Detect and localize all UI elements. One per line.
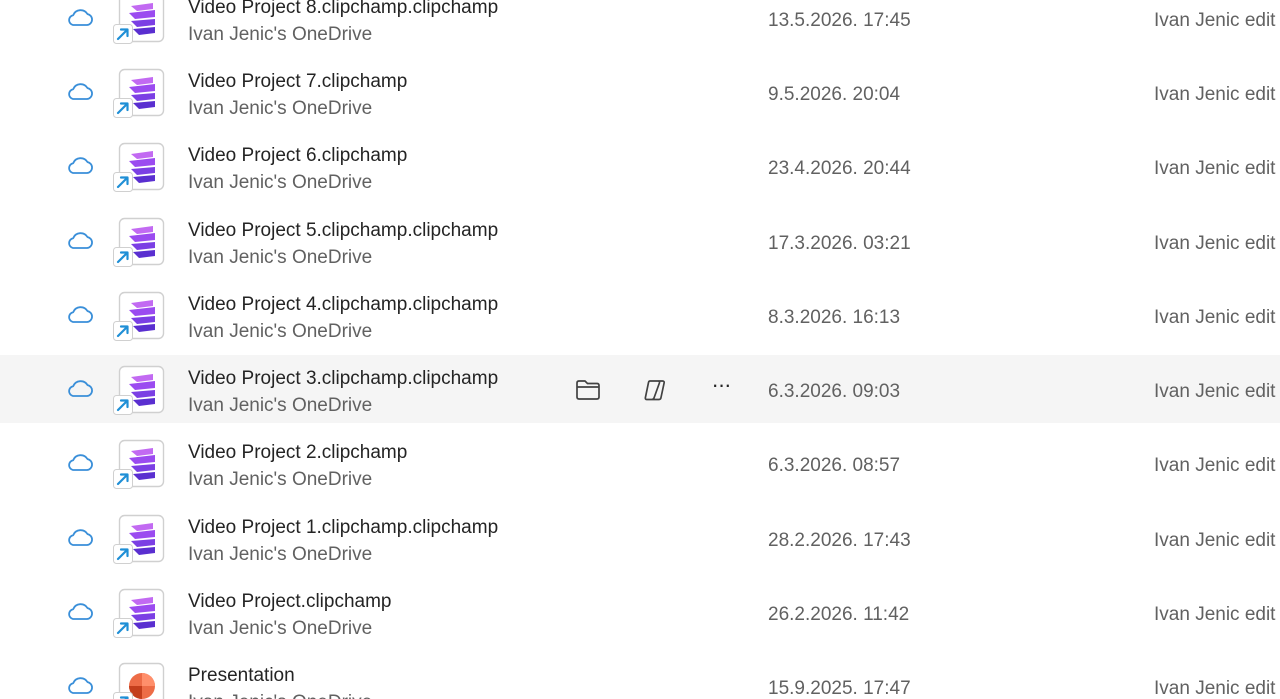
modified-date: 13.5.2026. 17:45 xyxy=(768,10,911,31)
activity-text: Ivan Jenic edit xyxy=(1154,381,1276,402)
file-location: Ivan Jenic's OneDrive xyxy=(188,395,373,416)
clipchamp-shortcut-icon xyxy=(113,0,167,44)
file-row[interactable]: Video Project 5.clipchamp.clipchamp Ivan … xyxy=(0,207,1280,275)
activity-text: Ivan Jenic edit xyxy=(1154,530,1276,551)
cloud-icon xyxy=(65,81,95,103)
file-row[interactable]: Video Project 4.clipchamp.clipchamp Ivan … xyxy=(0,281,1280,349)
cloud-icon xyxy=(65,527,95,549)
file-location: Ivan Jenic's OneDrive xyxy=(188,98,373,119)
clipchamp-shortcut-icon xyxy=(113,439,167,489)
modified-date: 8.3.2026. 16:13 xyxy=(768,307,901,328)
clipchamp-shortcut-icon xyxy=(113,514,167,564)
modified-date: 15.9.2025. 17:47 xyxy=(768,678,911,699)
clipchamp-shortcut-icon xyxy=(113,291,167,341)
clipchamp-shortcut-icon xyxy=(113,68,167,118)
file-row[interactable]: Video Project 8.clipchamp.clipchamp Ivan … xyxy=(0,0,1280,52)
modified-date: 17.3.2026. 03:21 xyxy=(768,233,911,254)
open-file-location-icon[interactable] xyxy=(573,375,603,405)
cloud-icon xyxy=(65,304,95,326)
activity-text: Ivan Jenic edit xyxy=(1154,307,1276,328)
copilot-icon[interactable] xyxy=(640,375,670,405)
file-name[interactable]: Video Project 6.clipchamp xyxy=(188,145,407,167)
clipchamp-shortcut-icon xyxy=(113,217,167,267)
file-location: Ivan Jenic's OneDrive xyxy=(188,618,373,639)
modified-date: 6.3.2026. 08:57 xyxy=(768,455,901,476)
file-row[interactable]: Video Project 2.clipchamp Ivan Jenic's On… xyxy=(0,429,1280,497)
cloud-icon xyxy=(65,7,95,29)
file-name[interactable]: Presentation xyxy=(188,665,295,687)
modified-date: 23.4.2026. 20:44 xyxy=(768,158,911,179)
file-row[interactable]: Video Project.clipchamp Ivan Jenic's OneD… xyxy=(0,578,1280,646)
clipchamp-shortcut-icon xyxy=(113,588,167,638)
file-location: Ivan Jenic's OneDrive xyxy=(188,24,373,45)
activity-text: Ivan Jenic edit xyxy=(1154,233,1276,254)
file-name[interactable]: Video Project 5.clipchamp.clipchamp xyxy=(188,220,498,242)
cloud-icon xyxy=(65,601,95,623)
cloud-icon xyxy=(65,452,95,474)
cloud-icon xyxy=(65,675,95,697)
modified-date: 6.3.2026. 09:03 xyxy=(768,381,901,402)
file-location: Ivan Jenic's OneDrive xyxy=(188,321,373,342)
activity-text: Ivan Jenic edit xyxy=(1154,10,1276,31)
modified-date: 9.5.2026. 20:04 xyxy=(768,84,901,105)
file-location: Ivan Jenic's OneDrive xyxy=(188,692,372,699)
file-name[interactable]: Video Project.clipchamp xyxy=(188,591,391,613)
cloud-icon xyxy=(65,378,95,400)
file-row[interactable]: Video Project 1.clipchamp.clipchamp Ivan … xyxy=(0,504,1280,572)
file-row[interactable]: Video Project 6.clipchamp Ivan Jenic's On… xyxy=(0,132,1280,200)
file-row[interactable]: Video Project 3.clipchamp.clipchamp Ivan … xyxy=(0,355,1280,423)
file-location: Ivan Jenic's OneDrive xyxy=(188,469,373,490)
file-location: Ivan Jenic's OneDrive xyxy=(188,247,373,268)
clipchamp-shortcut-icon xyxy=(113,142,167,192)
file-row[interactable]: Presentation Ivan Jenic's OneDrive 15.9.20… xyxy=(0,652,1280,699)
activity-text: Ivan Jenic edit xyxy=(1154,604,1276,625)
clipchamp-shortcut-icon xyxy=(113,365,167,415)
file-location: Ivan Jenic's OneDrive xyxy=(188,544,373,565)
powerpoint-shortcut-icon xyxy=(113,662,167,699)
more-options-icon[interactable]: ··· xyxy=(706,374,736,405)
activity-text: Ivan Jenic edit xyxy=(1154,84,1276,105)
file-name[interactable]: Video Project 1.clipchamp.clipchamp xyxy=(188,517,498,539)
activity-text: Ivan Jenic edit xyxy=(1154,158,1276,179)
file-location: Ivan Jenic's OneDrive xyxy=(188,172,373,193)
modified-date: 28.2.2026. 17:43 xyxy=(768,530,911,551)
file-name[interactable]: Video Project 8.clipchamp.clipchamp xyxy=(188,0,498,19)
file-row[interactable]: Video Project 7.clipchamp Ivan Jenic's On… xyxy=(0,58,1280,126)
activity-text: Ivan Jenic edit xyxy=(1154,455,1276,476)
activity-text: Ivan Jenic edit xyxy=(1154,678,1276,699)
cloud-icon xyxy=(65,230,95,252)
file-name[interactable]: Video Project 3.clipchamp.clipchamp xyxy=(188,368,498,390)
cloud-icon xyxy=(65,155,95,177)
file-name[interactable]: Video Project 7.clipchamp xyxy=(188,71,407,93)
modified-date: 26.2.2026. 11:42 xyxy=(768,604,910,625)
file-name[interactable]: Video Project 4.clipchamp.clipchamp xyxy=(188,294,498,316)
recent-files-list: Video Project 8.clipchamp.clipchamp Ivan … xyxy=(0,0,1280,699)
file-name[interactable]: Video Project 2.clipchamp xyxy=(188,442,407,464)
